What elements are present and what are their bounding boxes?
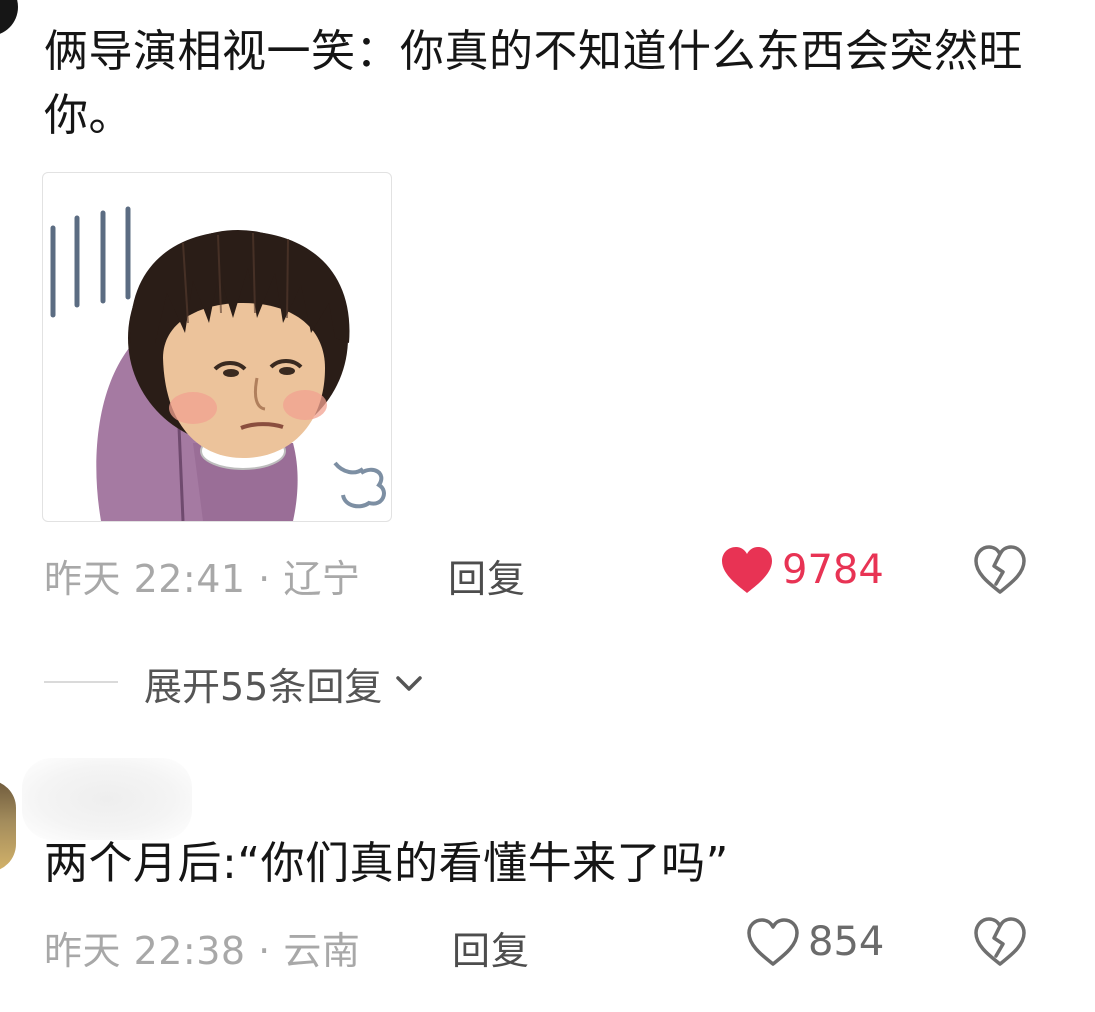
like-button[interactable]: 9784 [718,540,884,600]
heart-filled-icon [722,547,772,593]
meme-sticker-icon[interactable] [42,172,392,522]
expand-replies-button[interactable]: 展开55条回复 [144,656,426,711]
reply-button[interactable]: 回复 [448,548,526,603]
comment-meta-row: 昨天 22:41 · 辽宁 回复 9784 [0,540,1095,603]
like-count: 9784 [782,547,884,593]
blurred-username [22,758,192,840]
avatar[interactable] [0,0,18,36]
comment-text: 俩导演相视一笑：你真的不知道什么东西会突然旺你。 [44,26,1023,141]
comment-text: 两个月后:“你们真的看懂牛来了吗” [44,838,729,889]
like-button[interactable]: 854 [744,912,884,972]
expand-replies-label: 展开55条回复 [144,665,383,709]
avatar[interactable] [0,780,16,872]
expand-replies-row: 展开55条回复 [0,652,1095,712]
reply-button[interactable]: 回复 [452,920,530,975]
broken-heart-icon[interactable] [972,916,1028,968]
like-count: 854 [808,919,885,965]
comment-time-location: 昨天 22:41 · 辽宁 [44,557,361,601]
meme-sticker-image [50,206,386,521]
divider-line [44,681,118,683]
comment-meta-row: 昨天 22:38 · 云南 回复 854 [0,912,1095,975]
heart-outline-icon [747,918,799,966]
chevron-down-icon [396,675,423,691]
broken-heart-icon[interactable] [972,544,1028,596]
comment-time-location: 昨天 22:38 · 云南 [44,929,361,973]
